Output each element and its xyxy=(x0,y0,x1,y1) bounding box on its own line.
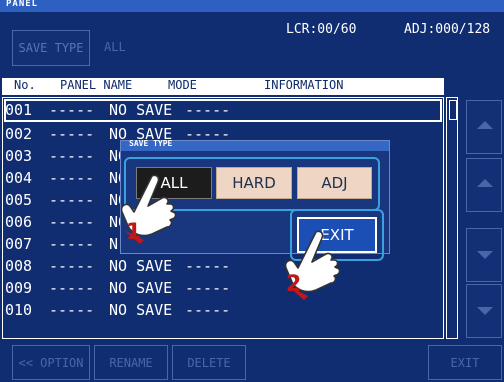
title-bar: PANEL xyxy=(0,0,504,12)
save-type-label: SAVE TYPE xyxy=(18,41,84,55)
rename-button[interactable]: RENAME xyxy=(94,345,168,380)
table-row[interactable]: 009 ----- NO SAVE ----- xyxy=(5,278,441,299)
row-panel-name: ----- xyxy=(49,147,95,165)
row-number: 010 xyxy=(5,301,33,319)
scroll-page-up-button[interactable] xyxy=(466,100,502,154)
row-mode: N xyxy=(109,235,119,253)
row-panel-name: ----- xyxy=(49,213,95,231)
exit-button-label: EXIT xyxy=(450,355,480,370)
dialog-title-bar: SAVE TYPE xyxy=(121,139,389,151)
panel-screen: PANEL SAVE TYPE ALL LCR:00/60 ADJ:000/12… xyxy=(0,0,504,382)
row-number: 006 xyxy=(5,213,33,231)
column-header-information: INFORMATION xyxy=(264,78,344,92)
step-number-1: 1 xyxy=(126,220,142,245)
column-header-mode: MODE xyxy=(168,78,197,92)
window-title: PANEL xyxy=(6,0,39,9)
scroll-up-button[interactable] xyxy=(466,158,502,212)
table-row[interactable]: 010 ----- NO SAVE ----- xyxy=(5,300,441,321)
lcr-status: LCR:00/60 xyxy=(286,22,357,37)
row-number: 001 xyxy=(5,101,33,119)
step-number-2: 2 xyxy=(286,272,302,297)
hard-option-button[interactable]: HARD xyxy=(216,167,292,199)
row-panel-name: ----- xyxy=(49,279,95,297)
row-panel-name: ----- xyxy=(49,101,95,119)
row-mode: NO SAVE xyxy=(109,101,173,119)
row-mode: NO SAVE xyxy=(109,301,173,319)
scroll-down-button[interactable] xyxy=(466,228,502,282)
rename-button-label: RENAME xyxy=(109,355,153,370)
save-type-button[interactable]: SAVE TYPE xyxy=(12,30,90,66)
option-button[interactable]: << OPTION xyxy=(12,345,90,380)
row-information: ----- xyxy=(185,257,231,275)
scrollbar-thumb[interactable] xyxy=(449,100,457,120)
row-number: 009 xyxy=(5,279,33,297)
row-panel-name: ----- xyxy=(49,301,95,319)
adj-option-button[interactable]: ADJ xyxy=(297,167,372,199)
row-number: 002 xyxy=(5,125,33,143)
row-panel-name: ----- xyxy=(49,191,95,209)
exit-button[interactable]: EXIT xyxy=(428,345,502,380)
row-mode: NO SAVE xyxy=(109,257,173,275)
row-number: 004 xyxy=(5,169,33,187)
row-information: ----- xyxy=(185,101,231,119)
scroll-page-down-button[interactable] xyxy=(466,284,502,338)
row-panel-name: ----- xyxy=(49,169,95,187)
dialog-title: SAVE TYPE xyxy=(129,139,173,148)
row-number: 007 xyxy=(5,235,33,253)
row-number: 005 xyxy=(5,191,33,209)
delete-button[interactable]: DELETE xyxy=(172,345,246,380)
adj-option-label: ADJ xyxy=(321,174,348,192)
table-row[interactable]: 001 ----- NO SAVE ----- xyxy=(4,99,442,122)
row-number: 008 xyxy=(5,257,33,275)
column-header-no: No. xyxy=(14,78,36,92)
adj-status: ADJ:000/128 xyxy=(404,22,491,37)
row-information: ----- xyxy=(185,301,231,319)
delete-button-label: DELETE xyxy=(187,355,231,370)
option-button-label: << OPTION xyxy=(18,355,84,370)
row-mode: NO SAVE xyxy=(109,279,173,297)
save-type-value: ALL xyxy=(104,40,126,54)
column-header-panel-name: PANEL NAME xyxy=(60,78,133,92)
row-panel-name: ----- xyxy=(49,235,95,253)
row-number: 003 xyxy=(5,147,33,165)
hard-option-label: HARD xyxy=(232,174,276,192)
scrollbar[interactable] xyxy=(446,97,458,339)
row-panel-name: ----- xyxy=(49,257,95,275)
row-information: ----- xyxy=(185,279,231,297)
row-panel-name: ----- xyxy=(49,125,95,143)
table-header: No. PANEL NAME MODE INFORMATION xyxy=(2,78,444,95)
